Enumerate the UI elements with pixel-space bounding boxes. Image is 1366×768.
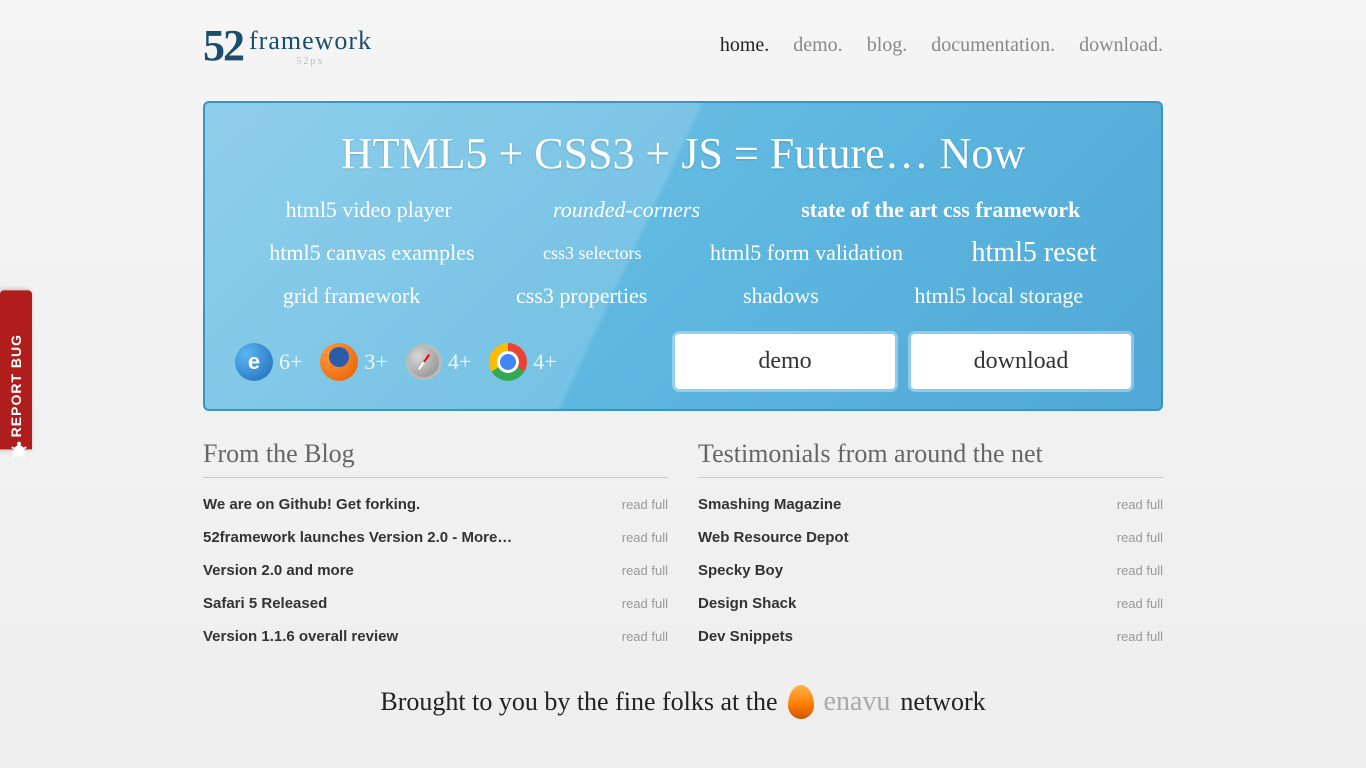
feature-tag: rounded-corners — [553, 197, 700, 223]
item-title: Safari 5 Released — [203, 595, 327, 612]
logo-sub: 52px — [249, 56, 372, 67]
list-item: Safari 5 Released read full — [203, 595, 668, 612]
logo[interactable]: 52 framework 52px — [203, 20, 372, 71]
browser-version: 4+ — [448, 349, 471, 375]
item-title: Version 2.0 and more — [203, 562, 354, 579]
item-title: Smashing Magazine — [698, 496, 841, 513]
feature-tag: css3 properties — [516, 283, 647, 309]
feature-tag: shadows — [743, 283, 819, 309]
list-item: Smashing Magazine read full — [698, 496, 1163, 513]
browser-ff: 3+ — [320, 343, 387, 381]
feature-tag: html5 form validation — [710, 240, 903, 266]
item-title: Specky Boy — [698, 562, 783, 579]
item-title: Design Shack — [698, 595, 796, 612]
testimonials-column: Testimonials from around the net Smashin… — [698, 439, 1163, 661]
browser-support: 6+ 3+ 4+ 4+ — [235, 343, 557, 381]
item-title: Dev Snippets — [698, 628, 793, 645]
safari-icon — [406, 344, 442, 380]
blog-column: From the Blog We are on Github! Get fork… — [203, 439, 668, 661]
read-full-link[interactable]: read full — [622, 530, 668, 545]
feature-tag: state of the art css framework — [801, 197, 1080, 223]
ff-icon — [320, 343, 358, 381]
browser-chrome: 4+ — [489, 343, 556, 381]
download-button[interactable]: download — [911, 334, 1131, 389]
nav-documentation[interactable]: documentation. — [931, 34, 1055, 57]
browser-ie: 6+ — [235, 343, 302, 381]
footer-suffix: network — [900, 687, 985, 717]
browser-version: 4+ — [533, 349, 556, 375]
footer-credit: Brought to you by the fine folks at the … — [203, 685, 1163, 719]
logo-text: framework — [249, 26, 372, 56]
blog-heading: From the Blog — [203, 439, 668, 478]
browser-version: 6+ — [279, 349, 302, 375]
read-full-link[interactable]: read full — [622, 596, 668, 611]
hero-title: HTML5 + CSS3 + JS = Future… Now — [235, 128, 1131, 179]
bug-icon — [8, 438, 30, 460]
footer-brand: enavu — [824, 686, 891, 718]
chrome-icon — [489, 343, 527, 381]
hero-banner: HTML5 + CSS3 + JS = Future… Now html5 vi… — [203, 101, 1163, 411]
read-full-link[interactable]: read full — [1117, 497, 1163, 512]
list-item: 52framework launches Version 2.0 - More…… — [203, 529, 668, 546]
feature-tag: grid framework — [283, 283, 420, 309]
enavu-flame-icon — [788, 685, 814, 719]
list-item: Web Resource Depot read full — [698, 529, 1163, 546]
nav-home[interactable]: home. — [720, 34, 769, 57]
testimonials-heading: Testimonials from around the net — [698, 439, 1163, 478]
list-item: Design Shack read full — [698, 595, 1163, 612]
header: 52 framework 52px home. demo. blog. documen… — [203, 20, 1163, 71]
browser-version: 3+ — [364, 349, 387, 375]
feature-tag: html5 local storage — [915, 283, 1084, 309]
feature-tag: html5 video player — [286, 197, 452, 223]
item-title: We are on Github! Get forking. — [203, 496, 420, 513]
read-full-link[interactable]: read full — [622, 563, 668, 578]
feature-tag: html5 reset — [972, 237, 1097, 269]
main-nav: home. demo. blog. documentation. download. — [720, 34, 1163, 57]
read-full-link[interactable]: read full — [1117, 596, 1163, 611]
feature-tag: css3 selectors — [543, 243, 641, 264]
read-full-link[interactable]: read full — [1117, 563, 1163, 578]
read-full-link[interactable]: read full — [622, 629, 668, 644]
item-title: Version 1.1.6 overall review — [203, 628, 398, 645]
ie-icon — [235, 343, 273, 381]
report-bug-tab[interactable]: REPORT BUG — [0, 290, 32, 449]
demo-button[interactable]: demo — [675, 334, 895, 389]
footer-prefix: Brought to you by the fine folks at the — [380, 687, 777, 717]
read-full-link[interactable]: read full — [1117, 629, 1163, 644]
feature-tag: html5 canvas examples — [269, 240, 474, 266]
list-item: Version 1.1.6 overall review read full — [203, 628, 668, 645]
list-item: Version 2.0 and more read full — [203, 562, 668, 579]
nav-download[interactable]: download. — [1079, 34, 1163, 57]
logo-number: 52 — [203, 20, 243, 71]
list-item: Specky Boy read full — [698, 562, 1163, 579]
list-item: Dev Snippets read full — [698, 628, 1163, 645]
item-title: 52framework launches Version 2.0 - More… — [203, 529, 512, 546]
read-full-link[interactable]: read full — [1117, 530, 1163, 545]
read-full-link[interactable]: read full — [622, 497, 668, 512]
item-title: Web Resource Depot — [698, 529, 849, 546]
nav-blog[interactable]: blog. — [867, 34, 908, 57]
browser-safari: 4+ — [406, 344, 471, 380]
nav-demo[interactable]: demo. — [793, 34, 842, 57]
list-item: We are on Github! Get forking. read full — [203, 496, 668, 513]
